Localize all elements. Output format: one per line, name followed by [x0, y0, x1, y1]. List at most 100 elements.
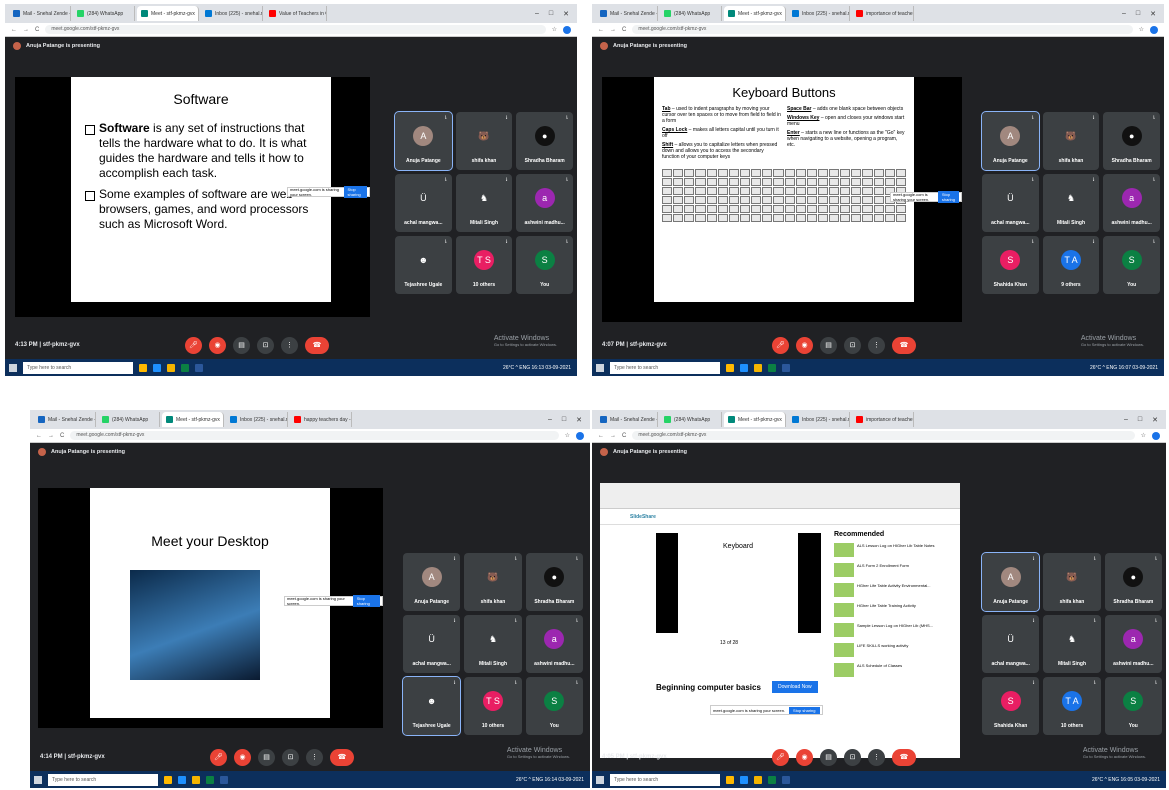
- browser-tab[interactable]: Inbox (225) - snehal.mahisk…: [226, 412, 288, 427]
- reload-icon[interactable]: C: [622, 27, 626, 33]
- participant-tile[interactable]: ⇂ S You: [1104, 677, 1162, 735]
- participant-tile[interactable]: ⇂ a ashwini madhu...: [525, 615, 583, 673]
- windows-start-icon[interactable]: [596, 363, 604, 372]
- present-button[interactable]: ⊡: [257, 336, 274, 354]
- participant-tile[interactable]: ⇂ T S 10 others: [464, 677, 522, 735]
- participant-tile[interactable]: ⇂ T S 10 others: [455, 236, 513, 294]
- participant-tile[interactable]: ⇂ 🐻 shifa khan: [1043, 553, 1101, 611]
- edge-icon[interactable]: [740, 363, 748, 372]
- taskbar-search[interactable]: Type here to search: [48, 773, 158, 786]
- participant-tile[interactable]: ⇂ ♞ Mitali Singh: [455, 174, 513, 232]
- participant-tile[interactable]: ⇂ S Shahida Khan: [982, 677, 1040, 735]
- camera-button[interactable]: ◉: [796, 336, 813, 354]
- back-icon[interactable]: ←: [36, 433, 42, 439]
- captions-button[interactable]: ▤: [233, 336, 250, 354]
- participant-tile[interactable]: ⇂ Ü achal mangwa...: [403, 615, 461, 673]
- mic-button[interactable]: 🎤︎: [772, 336, 789, 354]
- file-explorer-icon[interactable]: [726, 363, 734, 372]
- url-field[interactable]: meet.google.com/stf-pkmz-gvx: [632, 431, 1135, 440]
- maximize-icon[interactable]: □: [549, 10, 553, 18]
- captions-button[interactable]: ▤: [820, 336, 837, 354]
- more-options-button[interactable]: ⋮: [868, 748, 885, 766]
- word-icon[interactable]: [782, 775, 790, 784]
- taskbar-search[interactable]: Type here to search: [610, 361, 720, 374]
- participant-tile[interactable]: ⇂ T A 9 others: [1042, 236, 1100, 294]
- present-button[interactable]: ⊡: [844, 336, 861, 354]
- minimize-icon[interactable]: –: [535, 10, 539, 18]
- participant-tile[interactable]: ⇂ Ü achal mangwa...: [395, 174, 452, 232]
- forward-icon[interactable]: →: [48, 433, 54, 439]
- stop-sharing-button[interactable]: Stop sharing: [343, 186, 367, 198]
- edge-icon[interactable]: [153, 363, 161, 372]
- account-avatar[interactable]: [1152, 431, 1160, 440]
- word-icon[interactable]: [782, 363, 790, 372]
- browser-tab[interactable]: importance of teachers - Yo…: [852, 6, 914, 21]
- browser-tab[interactable]: Meet - stf-pkmz-gvx: [724, 412, 786, 427]
- participant-tile[interactable]: ⇂ ♞ Mitali Singh: [1042, 174, 1100, 232]
- participant-tile[interactable]: ⇂ 🐻 shifa khan: [464, 553, 522, 611]
- participant-tile[interactable]: ⇂ S You: [516, 236, 573, 294]
- more-options-button[interactable]: ⋮: [306, 748, 323, 766]
- word-icon[interactable]: [195, 363, 203, 372]
- participant-tile[interactable]: ⇂ a ashwini madhu...: [1104, 615, 1162, 673]
- close-icon[interactable]: ✕: [576, 416, 582, 424]
- url-field[interactable]: meet.google.com/stf-pkmz-gvx: [45, 25, 546, 34]
- participant-tile[interactable]: ⇂ a ashwini madhu...: [1103, 174, 1160, 232]
- windows-start-icon[interactable]: [596, 775, 604, 784]
- recommended-item[interactable]: HGher Life Table Activity Environmental.…: [834, 583, 944, 597]
- browser-tab[interactable]: Mail - Snehal Zende - Outlo…: [9, 6, 71, 21]
- browser-tab[interactable]: happy teachers day - YouTu…: [290, 412, 352, 427]
- more-options-button[interactable]: ⋮: [281, 336, 298, 354]
- participant-tile[interactable]: ⇂ ☻ Tejashree Ugale: [395, 236, 452, 294]
- close-icon[interactable]: ✕: [563, 10, 569, 18]
- url-field[interactable]: meet.google.com/stf-pkmz-gvx: [632, 25, 1133, 34]
- participant-tile[interactable]: ⇂ ♞ Mitali Singh: [1043, 615, 1101, 673]
- back-icon[interactable]: ←: [11, 27, 17, 33]
- chrome-icon[interactable]: [754, 775, 762, 784]
- participant-tile[interactable]: ⇂ A Anuja Patange: [403, 553, 461, 611]
- minimize-icon[interactable]: –: [1122, 10, 1126, 18]
- reload-icon[interactable]: C: [35, 27, 39, 33]
- forward-icon[interactable]: →: [610, 27, 616, 33]
- excel-icon[interactable]: [768, 363, 776, 372]
- stop-sharing-button[interactable]: Stop sharing: [789, 706, 820, 714]
- participant-tile[interactable]: ⇂ Ü achal mangwa...: [982, 174, 1039, 232]
- recommended-item[interactable]: ALS Lesson Log on HIGher Lib Table Notes: [834, 543, 944, 557]
- browser-tab[interactable]: Meet - stf-pkmz-gvx: [724, 6, 786, 21]
- minimize-icon[interactable]: –: [548, 416, 552, 424]
- recommended-item[interactable]: ALS Schedule of Classes: [834, 663, 944, 677]
- url-field[interactable]: meet.google.com/stf-pkmz-gvx: [70, 431, 559, 440]
- star-icon[interactable]: ☆: [552, 26, 557, 33]
- camera-button[interactable]: ◉: [209, 336, 226, 354]
- chrome-icon[interactable]: [167, 363, 175, 372]
- participant-tile[interactable]: ⇂ S You: [1103, 236, 1160, 294]
- windows-start-icon[interactable]: [34, 775, 42, 784]
- minimize-icon[interactable]: –: [1124, 416, 1128, 424]
- browser-tab[interactable]: Value of Teachers in Our So…: [265, 6, 327, 21]
- mic-button[interactable]: 🎤︎: [210, 748, 227, 766]
- participant-tile[interactable]: ⇂ A Anuja Patange: [394, 111, 453, 171]
- browser-tab[interactable]: Inbox (225) - snehal.mahisk…: [201, 6, 263, 21]
- captions-button[interactable]: ▤: [258, 748, 275, 766]
- browser-tab[interactable]: (284) WhatsApp: [660, 6, 722, 21]
- camera-button[interactable]: ◉: [234, 748, 251, 766]
- leave-call-button[interactable]: ☎: [305, 336, 329, 354]
- browser-tab[interactable]: (284) WhatsApp: [98, 412, 160, 427]
- browser-tab[interactable]: Meet - stf-pkmz-gvx: [162, 412, 224, 427]
- excel-icon[interactable]: [206, 775, 214, 784]
- leave-call-button[interactable]: ☎: [892, 336, 916, 354]
- browser-tab[interactable]: Inbox (225) - snehal.mahisk…: [788, 412, 850, 427]
- account-avatar[interactable]: [563, 25, 571, 34]
- captions-button[interactable]: ▤: [820, 748, 837, 766]
- mic-button[interactable]: 🎤︎: [185, 336, 202, 354]
- file-explorer-icon[interactable]: [139, 363, 147, 372]
- camera-button[interactable]: ◉: [796, 748, 813, 766]
- edge-icon[interactable]: [740, 775, 748, 784]
- recommended-item[interactable]: HGher Life Table Training Activity: [834, 603, 944, 617]
- participant-tile[interactable]: ⇂ A Anuja Patange: [981, 111, 1040, 171]
- forward-icon[interactable]: →: [610, 433, 616, 439]
- reload-icon[interactable]: C: [622, 433, 626, 439]
- taskbar-search[interactable]: Type here to search: [610, 773, 720, 786]
- browser-tab[interactable]: (284) WhatsApp: [73, 6, 135, 21]
- back-icon[interactable]: ←: [598, 27, 604, 33]
